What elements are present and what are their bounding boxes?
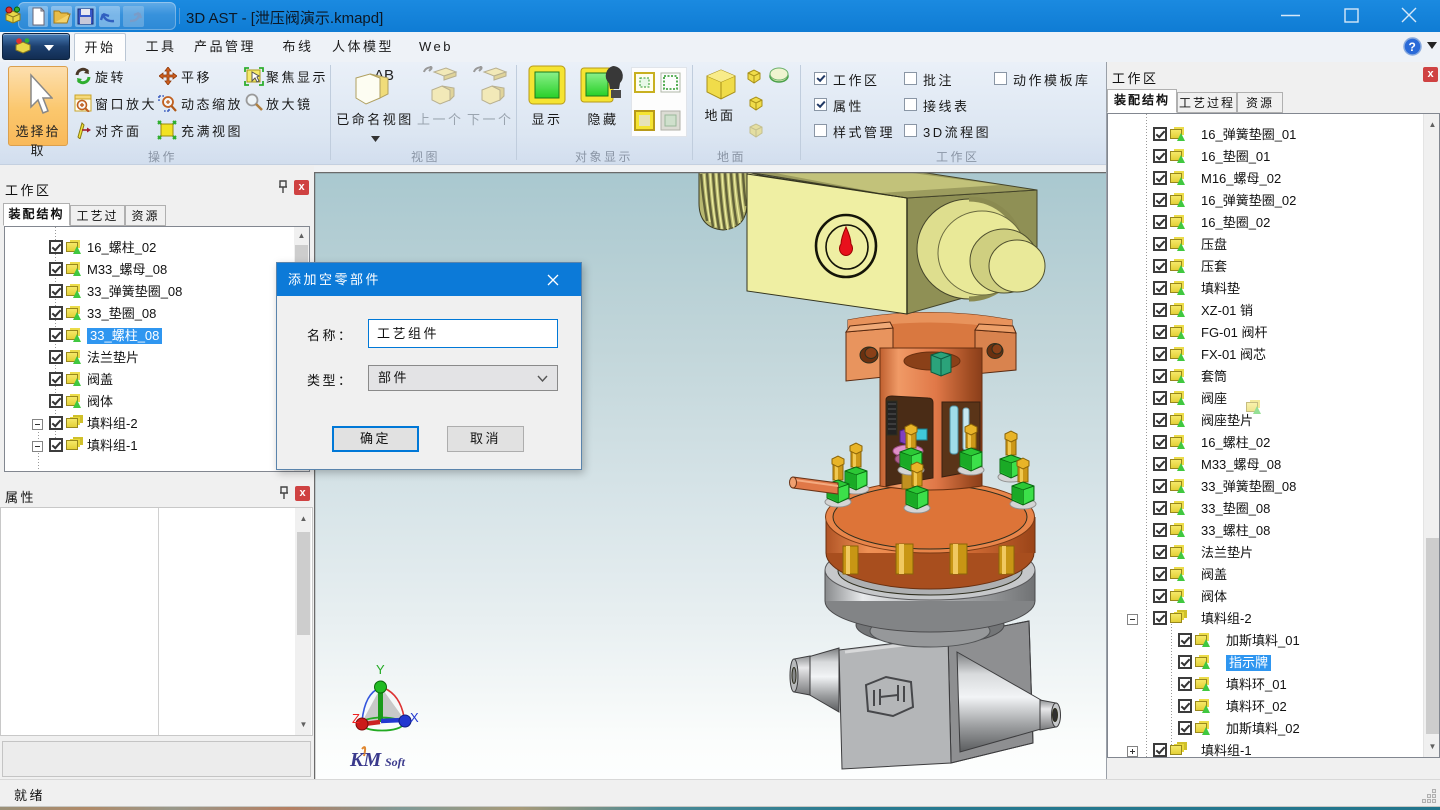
svg-text:Soft: Soft — [385, 755, 406, 769]
svg-text:KM: KM — [349, 749, 382, 771]
svg-text:Z: Z — [352, 711, 360, 726]
svg-text:X: X — [410, 710, 419, 725]
svg-text:Y: Y — [376, 662, 385, 677]
svg-text:?: ? — [1409, 40, 1416, 54]
